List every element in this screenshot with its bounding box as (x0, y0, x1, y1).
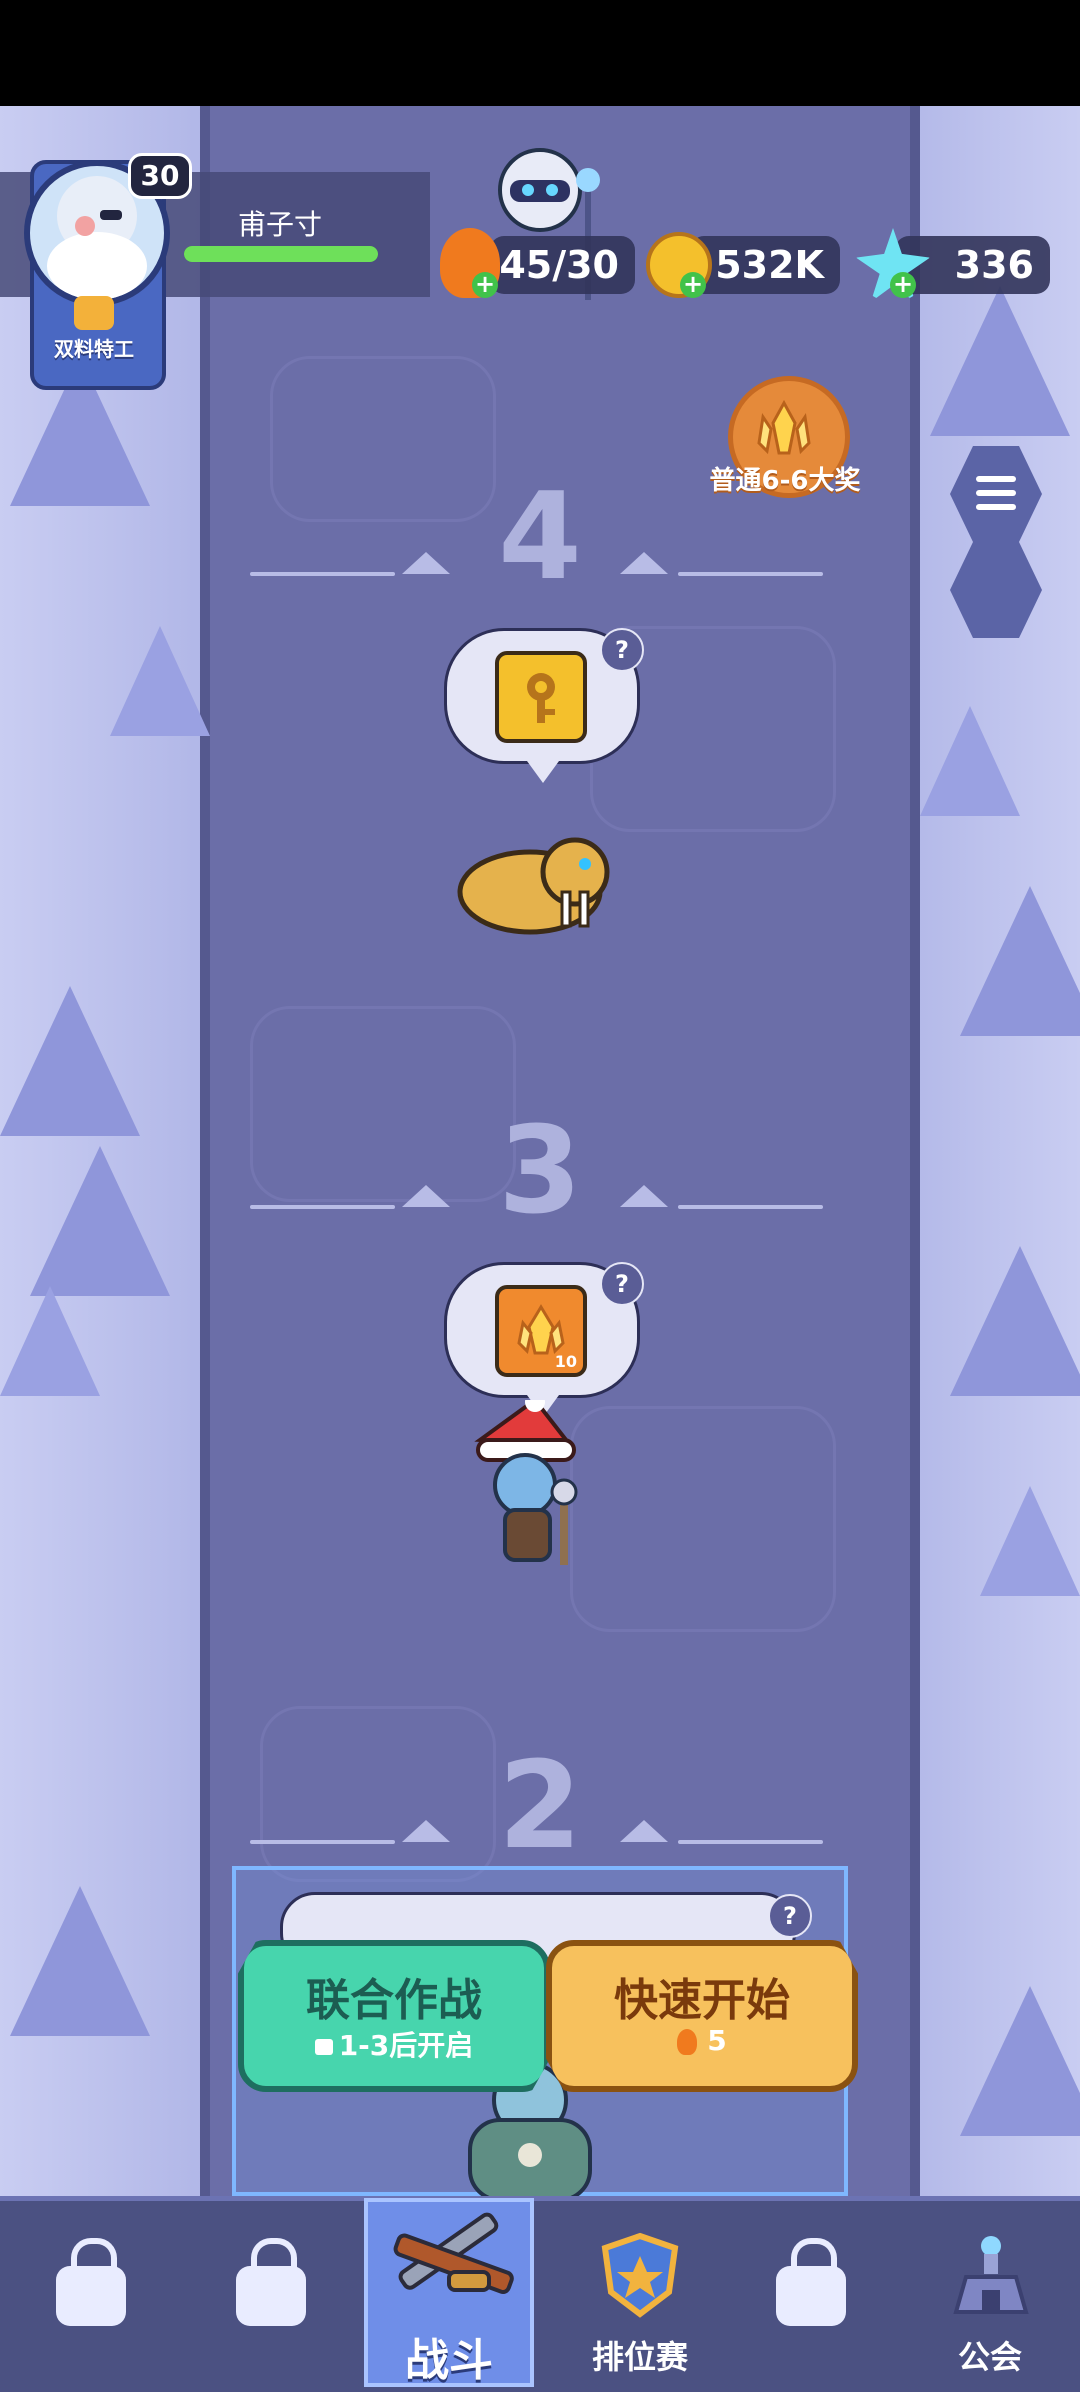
quick-start-cost: 5 (552, 2024, 852, 2057)
quick-start-button[interactable]: 快速开始 5 (546, 1940, 858, 2092)
menu-icon (976, 476, 1016, 510)
stage-number-2: 2 (498, 1737, 582, 1876)
nav-tab-locked-2[interactable] (180, 2196, 360, 2387)
energy-counter: 45/30 (490, 236, 635, 294)
snow-tree (0, 986, 140, 1136)
stage-divider-arrow (620, 1185, 668, 1207)
quick-start-cost-value: 5 (707, 2024, 727, 2057)
add-gem-button[interactable]: + (890, 272, 916, 298)
enemy-sabertooth[interactable] (450, 822, 620, 942)
lock-icon (314, 2039, 333, 2055)
nav-ranked-label: 排位赛 (591, 2338, 688, 2376)
lock-icon (56, 2238, 126, 2326)
coop-battle-button[interactable]: 联合作战 1-3后开启 (238, 1940, 550, 2092)
enemy-goblin[interactable] (460, 1392, 610, 1580)
stage-divider (250, 572, 395, 576)
stage-number-4: 4 (498, 468, 582, 607)
snow-tree (30, 1146, 170, 1296)
snow-tree (110, 626, 210, 736)
ranked-shield-icon (597, 2232, 683, 2318)
crossed-weapons-icon (374, 2192, 524, 2322)
guild-tower-icon (946, 2232, 1036, 2322)
stage-divider-arrow (402, 1185, 450, 1207)
status-bar (0, 0, 1080, 106)
stage-divider (250, 1205, 395, 1209)
player-title: 双料特工 (54, 337, 134, 361)
nav-tab-battle[interactable]: 战斗 (364, 2196, 534, 2387)
stage-divider-arrow (402, 552, 450, 574)
snow-tree (920, 706, 1020, 816)
coop-battle-sub: 1-3后开启 (244, 2024, 544, 2064)
add-gold-button[interactable]: + (680, 272, 706, 298)
lock-icon (236, 2238, 306, 2326)
help-icon[interactable]: ? (600, 628, 644, 672)
key-icon (495, 651, 587, 743)
gem-value: 336 (954, 243, 1034, 287)
gold-value: 532K (715, 243, 824, 287)
stage-divider-arrow (620, 552, 668, 574)
snow-tree (930, 286, 1070, 436)
stage-divider (678, 572, 823, 576)
stage-divider (250, 1840, 395, 1844)
snow-tree (10, 1886, 150, 2036)
gold-counter: 532K (690, 236, 840, 294)
coop-unlock-text: 1-3后开启 (338, 2029, 474, 2062)
crystal-icon: 10 (495, 1285, 587, 1377)
quick-start-label: 快速开始 (614, 1975, 790, 2026)
add-energy-button[interactable]: + (472, 272, 498, 298)
title-medal-icon (74, 296, 114, 330)
snow-tree (980, 1486, 1080, 1596)
snow-tree (950, 1246, 1080, 1396)
stage-divider-arrow (402, 1820, 450, 1842)
nav-tab-ranked[interactable]: 排位赛 (545, 2196, 735, 2387)
help-icon[interactable]: ? (768, 1894, 812, 1938)
xp-bar (184, 246, 378, 262)
stage-divider (678, 1840, 823, 1844)
reward-count: 10 (554, 1352, 577, 1371)
snow-tree (960, 886, 1080, 1036)
nav-tab-guild[interactable]: 公会 (900, 2196, 1080, 2387)
stage-divider-arrow (620, 1820, 668, 1842)
xp-bar-fill (184, 246, 378, 262)
energy-icon (677, 2029, 698, 2055)
player-level: 30 (128, 153, 192, 199)
help-icon[interactable]: ? (600, 1262, 644, 1306)
nav-guild-label: 公会 (957, 2338, 1022, 2376)
player-name: 甫子寸 (237, 208, 322, 241)
event-reward-label: 普通6-6大奖 (709, 466, 861, 496)
lock-icon (776, 2238, 846, 2326)
stage-number-3: 3 (498, 1102, 582, 1241)
energy-value: 45/30 (499, 243, 619, 287)
nav-tab-locked-1[interactable] (0, 2196, 180, 2387)
coop-battle-label: 联合作战 (306, 1975, 482, 2026)
nav-battle-label: 战斗 (405, 2335, 493, 2386)
nav-tab-locked-3[interactable] (720, 2196, 900, 2387)
snow-tree (0, 1286, 100, 1396)
snow-tree (960, 1986, 1080, 2136)
stage-divider (678, 1205, 823, 1209)
